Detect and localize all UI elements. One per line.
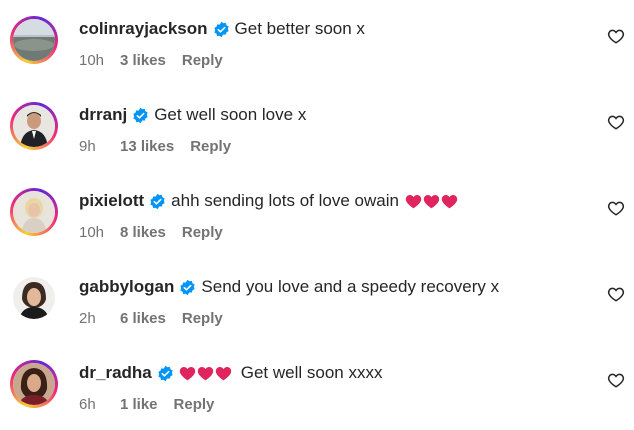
comment-row: colinrayjackson Get better soon x 10h 3 … bbox=[0, 0, 634, 86]
avatar[interactable] bbox=[10, 188, 58, 236]
timestamp: 10h bbox=[79, 224, 105, 241]
verified-badge-icon bbox=[180, 279, 195, 295]
reply-button[interactable]: Reply bbox=[182, 51, 223, 71]
timestamp: 9h bbox=[79, 138, 96, 155]
verified-badge-icon bbox=[150, 193, 165, 209]
username[interactable]: drranj bbox=[79, 103, 127, 127]
avatar-image bbox=[13, 19, 55, 61]
username[interactable]: pixielott bbox=[79, 189, 144, 213]
red-heart-emoji bbox=[405, 194, 422, 208]
username[interactable]: dr_radha bbox=[79, 361, 152, 385]
red-heart-emoji bbox=[441, 194, 458, 208]
likes-count[interactable]: 13 likes bbox=[120, 137, 174, 157]
verified-badge-icon bbox=[133, 107, 148, 123]
avatar[interactable] bbox=[10, 360, 58, 408]
heart-outline-icon[interactable] bbox=[607, 27, 625, 45]
avatar[interactable] bbox=[10, 16, 58, 64]
red-heart-emoji bbox=[423, 194, 440, 208]
avatar-image bbox=[13, 363, 55, 405]
red-heart-emoji bbox=[179, 366, 195, 380]
red-heart-emoji bbox=[197, 366, 213, 380]
avatar[interactable] bbox=[10, 102, 58, 150]
username[interactable]: gabbylogan bbox=[79, 275, 174, 299]
reply-button[interactable]: Reply bbox=[174, 395, 215, 415]
comment-text: Send you love and a speedy recovery x bbox=[201, 277, 500, 296]
avatar-image bbox=[13, 191, 55, 233]
timestamp: 2h bbox=[79, 310, 96, 327]
comment-row: dr_radha Get well soon xxxx 6h 1 like Re… bbox=[0, 344, 634, 430]
likes-count[interactable]: 8 likes bbox=[120, 223, 166, 243]
comment-row: pixielott ahh sending lots of love owain… bbox=[0, 172, 634, 258]
comment-text: Get well soon xxxx bbox=[240, 363, 383, 382]
reply-button[interactable]: Reply bbox=[182, 223, 223, 243]
reply-button[interactable]: Reply bbox=[182, 309, 223, 329]
comment-row: drranj Get well soon love x 9h 13 likes … bbox=[0, 86, 634, 172]
avatar[interactable] bbox=[10, 274, 58, 322]
timestamp: 6h bbox=[79, 396, 96, 413]
reply-button[interactable]: Reply bbox=[190, 137, 231, 157]
verified-badge-icon bbox=[213, 21, 229, 37]
comment-row: gabbylogan Send you love and a speedy re… bbox=[0, 258, 634, 344]
comment-text: ahh sending lots of love owain bbox=[171, 191, 399, 210]
verified-badge-icon bbox=[158, 365, 173, 381]
heart-outline-icon[interactable] bbox=[607, 285, 625, 303]
avatar-image bbox=[13, 277, 55, 319]
heart-emojis bbox=[179, 365, 233, 382]
heart-emojis bbox=[405, 193, 459, 210]
avatar-image bbox=[13, 105, 55, 147]
comment-text: Get better soon x bbox=[234, 19, 365, 38]
username[interactable]: colinrayjackson bbox=[79, 17, 208, 41]
timestamp: 10h bbox=[79, 52, 105, 69]
heart-outline-icon[interactable] bbox=[607, 371, 625, 389]
likes-count[interactable]: 1 like bbox=[120, 395, 158, 415]
comment-text: Get well soon love x bbox=[154, 105, 307, 124]
likes-count[interactable]: 3 likes bbox=[120, 51, 166, 71]
heart-outline-icon[interactable] bbox=[607, 113, 625, 131]
heart-outline-icon[interactable] bbox=[607, 199, 625, 217]
red-heart-emoji bbox=[215, 366, 231, 380]
likes-count[interactable]: 6 likes bbox=[120, 309, 166, 329]
